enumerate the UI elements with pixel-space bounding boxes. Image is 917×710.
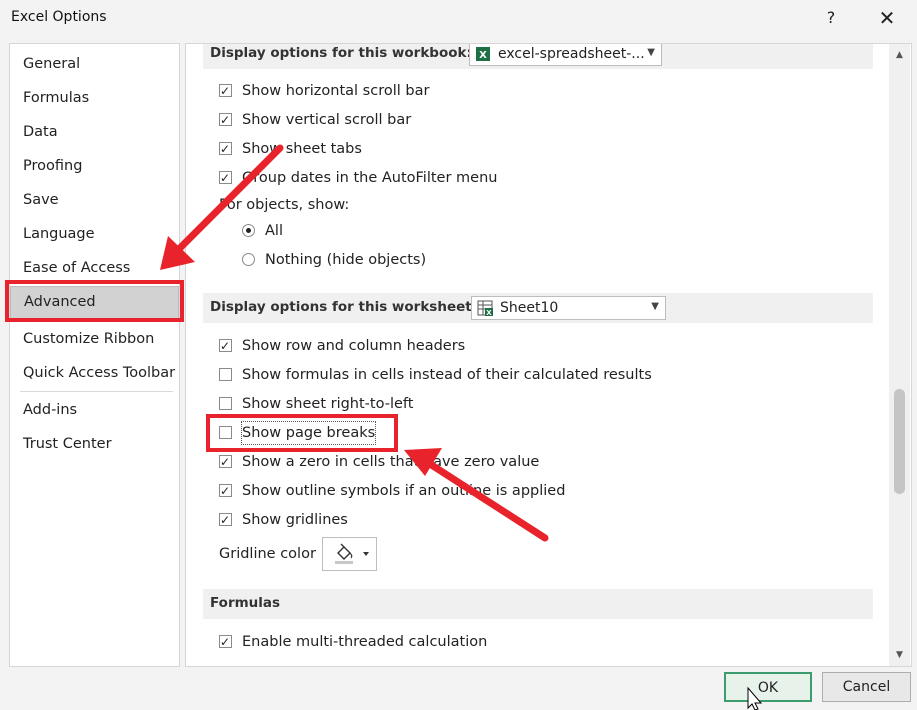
outline-symbols-checkbox[interactable] bbox=[219, 480, 232, 502]
radio-label: Nothing (hide objects) bbox=[265, 252, 427, 268]
objects-nothing-radio[interactable] bbox=[242, 253, 255, 266]
paint-bucket-icon bbox=[335, 543, 369, 564]
nav-item-data[interactable]: Data bbox=[10, 117, 179, 147]
vertical-scrollbar-checkbox[interactable] bbox=[219, 109, 232, 131]
title-bar: Excel Options ? ✕ bbox=[0, 0, 917, 36]
workbook-select[interactable]: X excel-spreadsheet-... ▼ bbox=[469, 44, 662, 66]
worksheet-select[interactable]: X Sheet10 ▼ bbox=[471, 296, 666, 320]
worksheet-section-header: Display options for this worksheet: X Sh… bbox=[203, 293, 873, 323]
option-label: Show page breaks bbox=[240, 421, 377, 445]
worksheet-select-value: Sheet10 bbox=[500, 300, 559, 316]
nav-item-formulas[interactable]: Formulas bbox=[10, 83, 179, 113]
option-label: Show sheet right-to-left bbox=[242, 396, 414, 412]
cancel-button[interactable]: Cancel bbox=[822, 672, 911, 702]
show-zero-checkbox[interactable] bbox=[219, 451, 232, 473]
nav-item-proofing[interactable]: Proofing bbox=[10, 151, 179, 181]
row-column-headers-checkbox[interactable] bbox=[219, 335, 232, 357]
section-title: Display options for this workbook: bbox=[210, 45, 472, 61]
group-dates-checkbox[interactable] bbox=[219, 167, 232, 189]
nav-item-quick-access-toolbar[interactable]: Quick Access Toolbar bbox=[10, 358, 179, 388]
gridline-color-picker[interactable] bbox=[322, 537, 377, 571]
section-title: Display options for this worksheet: bbox=[210, 299, 478, 315]
objects-show-label: For objects, show: bbox=[219, 197, 350, 213]
option-label: Show vertical scroll bar bbox=[242, 112, 412, 128]
objects-all-radio[interactable] bbox=[242, 224, 255, 237]
chevron-down-icon: ▼ bbox=[651, 301, 659, 312]
workbook-section-header: Display options for this workbook: X exc… bbox=[203, 44, 873, 69]
sheet-tabs-checkbox[interactable] bbox=[219, 138, 232, 160]
category-nav: General Formulas Data Proofing Save Lang… bbox=[9, 43, 180, 667]
scroll-down-icon[interactable]: ▼ bbox=[889, 646, 910, 664]
window-title: Excel Options bbox=[11, 9, 107, 25]
svg-text:X: X bbox=[479, 50, 487, 61]
option-label: Show row and column headers bbox=[242, 338, 466, 354]
svg-text:X: X bbox=[486, 309, 492, 316]
nav-item-trust-center[interactable]: Trust Center bbox=[10, 429, 179, 459]
nav-item-add-ins[interactable]: Add-ins bbox=[10, 395, 179, 425]
horizontal-scrollbar-checkbox[interactable] bbox=[219, 80, 232, 102]
option-label: Show outline symbols if an outline is ap… bbox=[242, 483, 566, 499]
close-button[interactable]: ✕ bbox=[864, 2, 910, 34]
right-to-left-checkbox[interactable] bbox=[219, 397, 232, 410]
formulas-section-header: Formulas bbox=[203, 589, 873, 619]
gridlines-checkbox[interactable] bbox=[219, 509, 232, 531]
show-formulas-checkbox[interactable] bbox=[219, 368, 232, 381]
nav-item-ease-of-access[interactable]: Ease of Access bbox=[10, 253, 179, 283]
option-label: Show horizontal scroll bar bbox=[242, 83, 430, 99]
advanced-options-pane: Display options for this workbook: X exc… bbox=[185, 43, 912, 667]
page-breaks-checkbox[interactable] bbox=[219, 426, 232, 439]
gridline-color-label: Gridline color bbox=[219, 546, 316, 562]
option-label: Show formulas in cells instead of their … bbox=[242, 367, 652, 383]
option-label: Show a zero in cells that have zero valu… bbox=[242, 454, 540, 470]
nav-item-advanced[interactable]: Advanced bbox=[10, 286, 179, 319]
scroll-up-icon[interactable]: ▲ bbox=[889, 46, 910, 64]
chevron-down-icon: ▼ bbox=[647, 47, 655, 58]
excel-file-icon: X bbox=[476, 47, 490, 61]
workbook-select-value: excel-spreadsheet-... bbox=[498, 46, 645, 62]
nav-item-customize-ribbon[interactable]: Customize Ribbon bbox=[10, 324, 179, 354]
option-label: Enable multi-threaded calculation bbox=[242, 634, 488, 650]
multithreaded-calc-checkbox[interactable] bbox=[219, 631, 232, 653]
nav-item-save[interactable]: Save bbox=[10, 185, 179, 215]
sheet-icon: X bbox=[477, 300, 493, 316]
nav-divider bbox=[20, 391, 173, 392]
ok-button[interactable]: OK bbox=[724, 672, 812, 702]
option-label: Show sheet tabs bbox=[242, 141, 362, 157]
help-button[interactable]: ? bbox=[808, 2, 854, 34]
nav-item-language[interactable]: Language bbox=[10, 219, 179, 249]
option-label: Group dates in the AutoFilter menu bbox=[242, 170, 498, 186]
radio-label: All bbox=[265, 223, 283, 239]
vertical-scrollbar[interactable]: ▲ ▼ bbox=[889, 44, 910, 666]
scrollbar-thumb[interactable] bbox=[894, 389, 905, 494]
nav-item-general[interactable]: General bbox=[10, 49, 179, 79]
section-title: Formulas bbox=[210, 595, 281, 611]
option-label: Show gridlines bbox=[242, 512, 348, 528]
